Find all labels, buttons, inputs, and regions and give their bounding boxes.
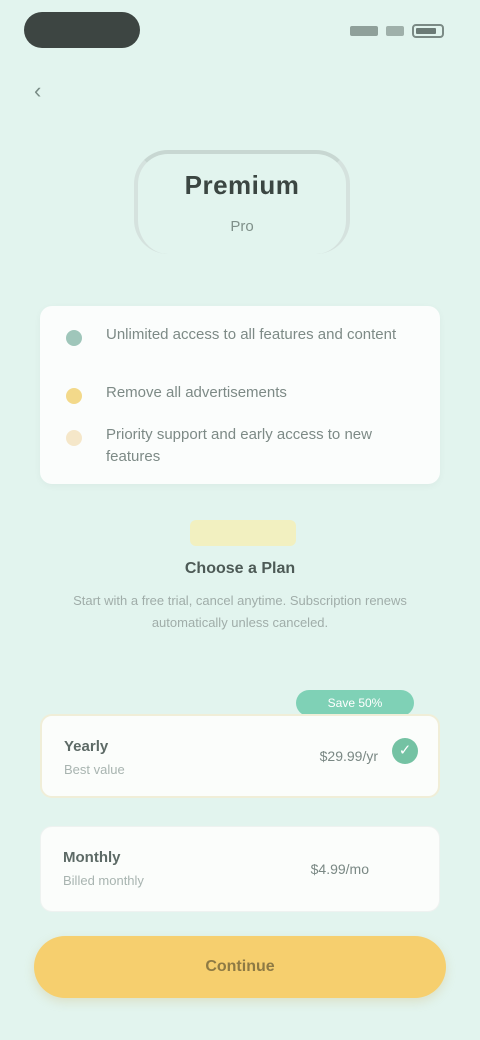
plan-price: $4.99/mo (310, 861, 369, 877)
offer-title: Choose a Plan (184, 560, 296, 577)
continue-button[interactable]: Continue (34, 936, 446, 998)
plan-option-monthly[interactable]: Monthly Billed monthly $4.99/mo (40, 826, 440, 912)
plan-option-yearly[interactable]: Yearly Best value $29.99/yr ✓ (40, 714, 440, 798)
feature-item: Priority support and early access to new… (66, 424, 418, 468)
feature-text: Unlimited access to all features and con… (106, 326, 397, 343)
feature-list: Unlimited access to all features and con… (40, 306, 440, 484)
hero-title: Premium (184, 170, 300, 200)
feature-item: Remove all advertisements (66, 382, 418, 404)
sparkle-icon (66, 430, 82, 446)
back-button[interactable]: ‹ (34, 78, 60, 104)
plan-name: Monthly (63, 849, 121, 866)
dynamic-island (24, 12, 140, 48)
plan-price: $29.99/yr (319, 748, 378, 764)
signal-icon (350, 26, 378, 36)
status-icons (350, 24, 444, 38)
chevron-left-icon: ‹ (34, 78, 42, 103)
plan-subtitle: Billed monthly (63, 873, 144, 888)
wifi-icon (386, 26, 404, 36)
plan-subtitle: Best value (64, 762, 125, 777)
feature-text: Remove all advertisements (106, 384, 287, 401)
hero-badge: Premium Pro (134, 150, 350, 254)
status-bar (0, 0, 480, 60)
battery-icon (412, 24, 444, 38)
feature-text: Priority support and early access to new… (106, 426, 372, 465)
feature-item: Unlimited access to all features and con… (66, 324, 418, 346)
check-icon: ✓ (392, 738, 418, 764)
offer-description: Start with a free trial, cancel anytime.… (73, 593, 407, 630)
star-icon (66, 388, 82, 404)
best-value-badge: Save 50% (296, 690, 414, 716)
hero-subtitle: Pro (230, 218, 254, 235)
offer-banner (190, 520, 296, 546)
check-icon (66, 330, 82, 346)
plan-name: Yearly (64, 738, 109, 755)
